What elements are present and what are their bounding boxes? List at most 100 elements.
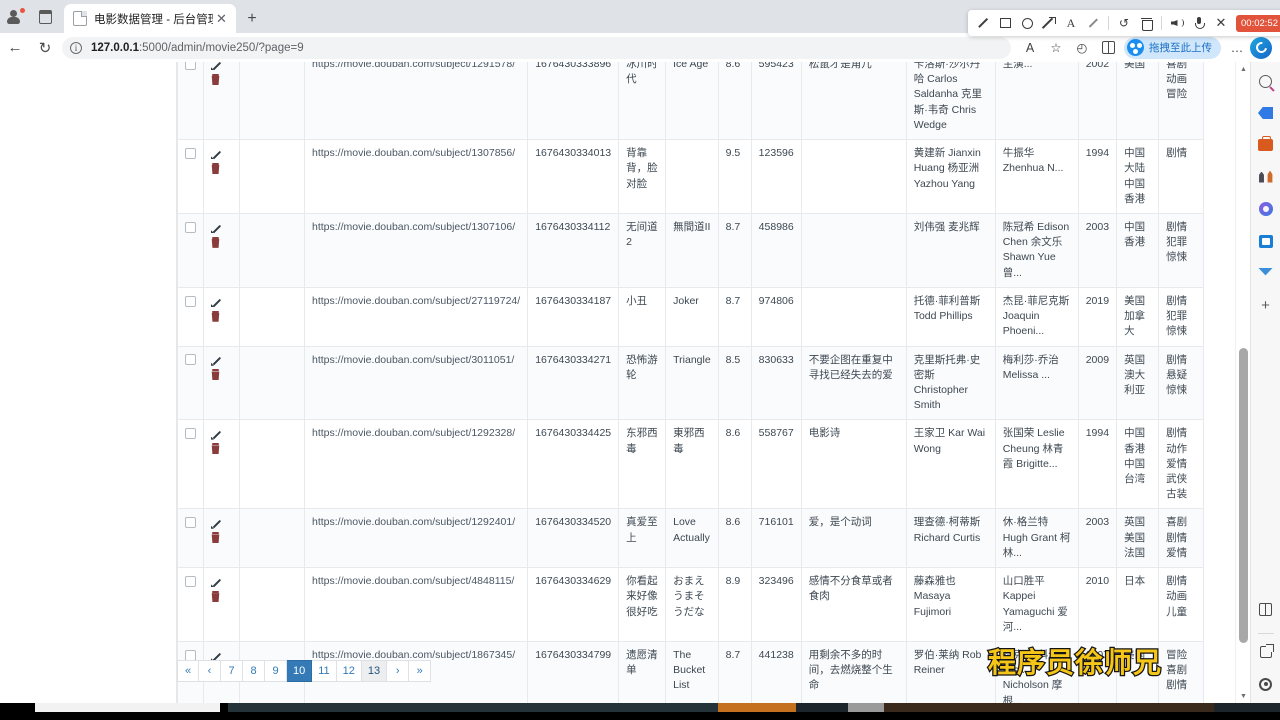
delete-icon[interactable]: [211, 163, 220, 174]
search-icon[interactable]: [1254, 68, 1278, 94]
recording-timer[interactable]: 00:02:52 结束: [1236, 14, 1280, 32]
copilot-sidebar-icon[interactable]: [1254, 196, 1278, 222]
rectangle-icon[interactable]: [995, 13, 1015, 33]
delete-icon[interactable]: [211, 443, 220, 454]
movie-url-cell[interactable]: https://movie.douban.com/subject/4848115…: [303, 567, 529, 642]
edit-icon[interactable]: [211, 148, 222, 159]
microphone-icon[interactable]: [1189, 13, 1209, 33]
delete-icon[interactable]: [211, 369, 220, 380]
tab-close-button[interactable]: ✕: [213, 10, 230, 27]
contacts-icon[interactable]: [1254, 164, 1278, 190]
upload-dropzone-button[interactable]: 拖拽至此上传: [1124, 36, 1221, 59]
page-scrollbar[interactable]: ▲ ▼: [1235, 62, 1250, 703]
pagination-page-8[interactable]: 8: [243, 660, 265, 682]
ellipse-icon[interactable]: [1017, 13, 1037, 33]
votes-cell: 830633: [750, 345, 802, 421]
favorite-star-icon[interactable]: ☆: [1043, 36, 1069, 60]
row-checkbox[interactable]: [185, 517, 196, 529]
mail-icon[interactable]: [1254, 260, 1278, 286]
browser-menu-icon[interactable]: …: [1224, 36, 1250, 60]
row-checkbox[interactable]: [185, 147, 196, 159]
delete-icon[interactable]: [1136, 13, 1156, 33]
site-info-icon[interactable]: i: [70, 41, 82, 54]
read-aloud-icon[interactable]: A: [1017, 36, 1043, 60]
votes-cell: 974806: [750, 286, 802, 347]
movie-url-cell[interactable]: https://movie.douban.com/subject/1292328…: [303, 419, 529, 510]
row-select-cell[interactable]: [177, 286, 204, 347]
row-select-cell[interactable]: [177, 419, 204, 510]
delete-icon[interactable]: [211, 236, 220, 248]
delete-icon[interactable]: [211, 591, 220, 602]
delete-icon[interactable]: [211, 73, 220, 85]
tools-icon[interactable]: [1254, 132, 1278, 158]
address-bar[interactable]: i 127.0.0.1:5000/admin/movie250/?page=9: [62, 36, 1011, 59]
pagination-page-13[interactable]: 13: [361, 660, 388, 682]
close-recorder-icon[interactable]: ✕: [1211, 13, 1231, 33]
pagination-next[interactable]: ›: [387, 660, 410, 682]
scroll-down-icon[interactable]: ▼: [1236, 689, 1251, 703]
outlook-icon[interactable]: [1254, 228, 1278, 254]
title-cn-cell: 恐怖游轮: [618, 345, 667, 421]
settings-gear-icon[interactable]: [1254, 671, 1278, 697]
delete-icon[interactable]: [211, 310, 220, 322]
shopping-tag-icon[interactable]: [1254, 100, 1278, 126]
movie-url-cell[interactable]: https://movie.douban.com/subject/1292401…: [303, 508, 529, 569]
row-select-cell[interactable]: [177, 345, 204, 421]
movie-url-cell[interactable]: https://movie.douban.com/subject/1291578…: [303, 62, 529, 141]
director-cell: 罗伯·莱纳 Rob Reiner: [905, 641, 996, 703]
reload-button[interactable]: ↻: [30, 35, 60, 61]
movie-url-cell[interactable]: https://movie.douban.com/subject/2711972…: [303, 286, 529, 347]
row-checkbox[interactable]: [185, 428, 196, 440]
new-tab-button[interactable]: +: [239, 5, 265, 33]
pagination-page-11[interactable]: 11: [312, 660, 337, 682]
undo-icon[interactable]: ↺: [1114, 13, 1134, 33]
open-external-icon[interactable]: [1254, 639, 1278, 665]
delete-icon[interactable]: [211, 532, 220, 543]
arrow-icon[interactable]: [1039, 13, 1059, 33]
edit-icon[interactable]: [211, 517, 222, 528]
browser-essentials-icon[interactable]: ◴: [1069, 36, 1095, 60]
highlighter-icon[interactable]: [1083, 13, 1103, 33]
scrollbar-thumb[interactable]: [1239, 348, 1248, 643]
sidebar-split-icon[interactable]: [1254, 596, 1278, 622]
add-sidebar-app-icon[interactable]: +: [1254, 292, 1278, 318]
speaker-icon[interactable]: [1167, 13, 1187, 33]
pagination-first[interactable]: «: [177, 660, 199, 682]
row-checkbox[interactable]: [185, 575, 196, 587]
row-checkbox[interactable]: [185, 295, 196, 307]
strip-seg-4: [796, 703, 848, 712]
pagination-prev[interactable]: ‹: [199, 660, 221, 682]
row-select-cell[interactable]: [177, 508, 204, 569]
row-checkbox[interactable]: [185, 221, 196, 233]
pencil-icon[interactable]: [973, 13, 993, 33]
copilot-icon[interactable]: [1250, 36, 1272, 59]
spacer-cell: [239, 567, 305, 642]
scroll-up-icon[interactable]: ▲: [1236, 62, 1251, 76]
movie-url-cell[interactable]: https://movie.douban.com/subject/1307856…: [303, 139, 529, 214]
row-select-cell[interactable]: [177, 139, 204, 214]
pagination-page-12[interactable]: 12: [336, 660, 362, 682]
browser-tab[interactable]: 电影数据管理 - 后台管理系统 ✕: [64, 4, 236, 33]
row-select-cell[interactable]: [177, 212, 204, 288]
pagination-page-9[interactable]: 9: [265, 660, 287, 682]
edit-icon[interactable]: [211, 576, 222, 587]
profile-button[interactable]: [0, 0, 30, 33]
row-checkbox[interactable]: [185, 62, 196, 70]
pagination-page-10[interactable]: 10: [287, 660, 313, 682]
edit-icon[interactable]: [211, 296, 222, 307]
row-select-cell[interactable]: [177, 567, 204, 642]
pagination-page-7[interactable]: 7: [221, 660, 243, 682]
split-screen-icon[interactable]: [1095, 36, 1121, 60]
edit-icon[interactable]: [211, 354, 222, 365]
movie-url-cell[interactable]: https://movie.douban.com/subject/3011051…: [303, 345, 529, 421]
pagination-last[interactable]: »: [409, 660, 432, 682]
edit-icon[interactable]: [211, 222, 222, 233]
edit-icon[interactable]: [211, 428, 222, 439]
movie-url-cell[interactable]: https://movie.douban.com/subject/1307106…: [303, 212, 529, 288]
edit-icon[interactable]: [211, 62, 222, 70]
back-button[interactable]: ←: [0, 35, 30, 61]
tab-actions-button[interactable]: [30, 0, 60, 33]
row-checkbox[interactable]: [185, 354, 196, 366]
text-icon[interactable]: A: [1061, 13, 1081, 33]
row-select-cell[interactable]: [177, 62, 204, 141]
